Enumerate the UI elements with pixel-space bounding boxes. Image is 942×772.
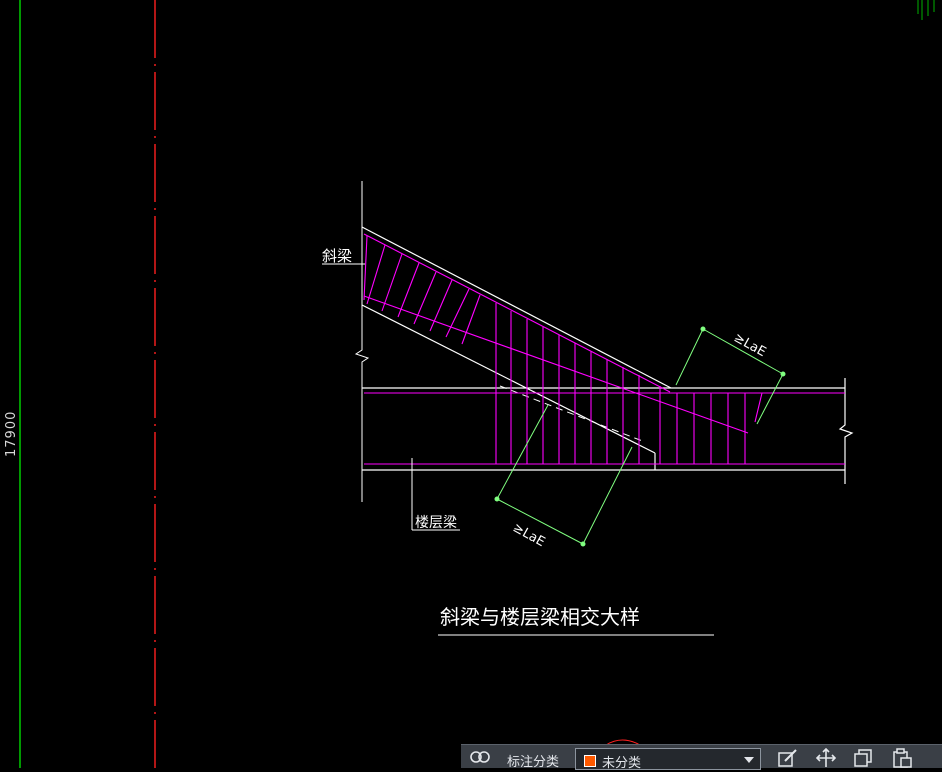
category-select-value: 未分类 [602,756,642,771]
label-anchorage-lower: ≥LaE [510,520,547,550]
copy-icon[interactable] [853,748,875,768]
anchorage-dimension-upper [675,326,786,425]
category-color-swatch [584,755,596,767]
leader-lines [322,263,714,636]
vertical-dimension: 17900 [2,405,22,461]
paste-icon[interactable] [891,748,913,768]
inclined-beam [361,226,672,454]
annotation-icon[interactable] [469,748,491,768]
rebar-lines [363,233,845,465]
cad-drawing-canvas[interactable]: 斜梁 楼层梁 ≥LaE ≥LaE 斜梁与楼层梁相交大样 [0,0,942,768]
detail-title: 斜梁与楼层梁相交大样 [440,605,640,629]
category-label: 标注分类 [507,755,560,770]
move-icon[interactable] [815,747,837,768]
category-select[interactable]: 未分类 [575,748,761,771]
corner-marks [917,0,935,20]
label-floor-beam: 楼层梁 [415,515,457,531]
annotation-toolbar: 标注分类 未分类 [461,744,942,771]
edit-icon[interactable] [777,748,799,768]
chevron-down-icon [744,757,754,763]
vertical-dimension-value: 17900 [4,410,19,457]
label-inclined-beam: 斜梁 [322,247,352,265]
